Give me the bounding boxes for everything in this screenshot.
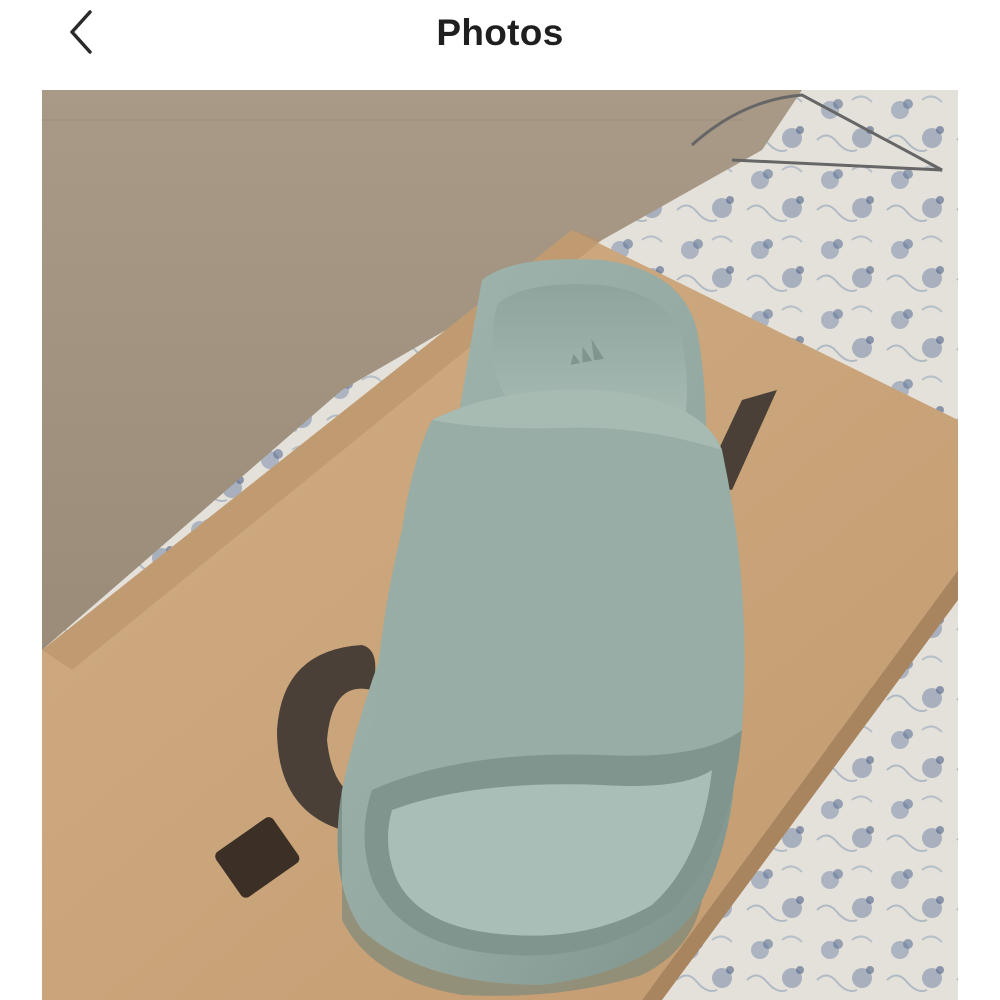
page-title: Photos — [436, 12, 564, 53]
photo-canvas — [42, 90, 958, 1000]
top-bar: Photos — [0, 0, 1000, 90]
product-photo[interactable] — [42, 90, 958, 1000]
